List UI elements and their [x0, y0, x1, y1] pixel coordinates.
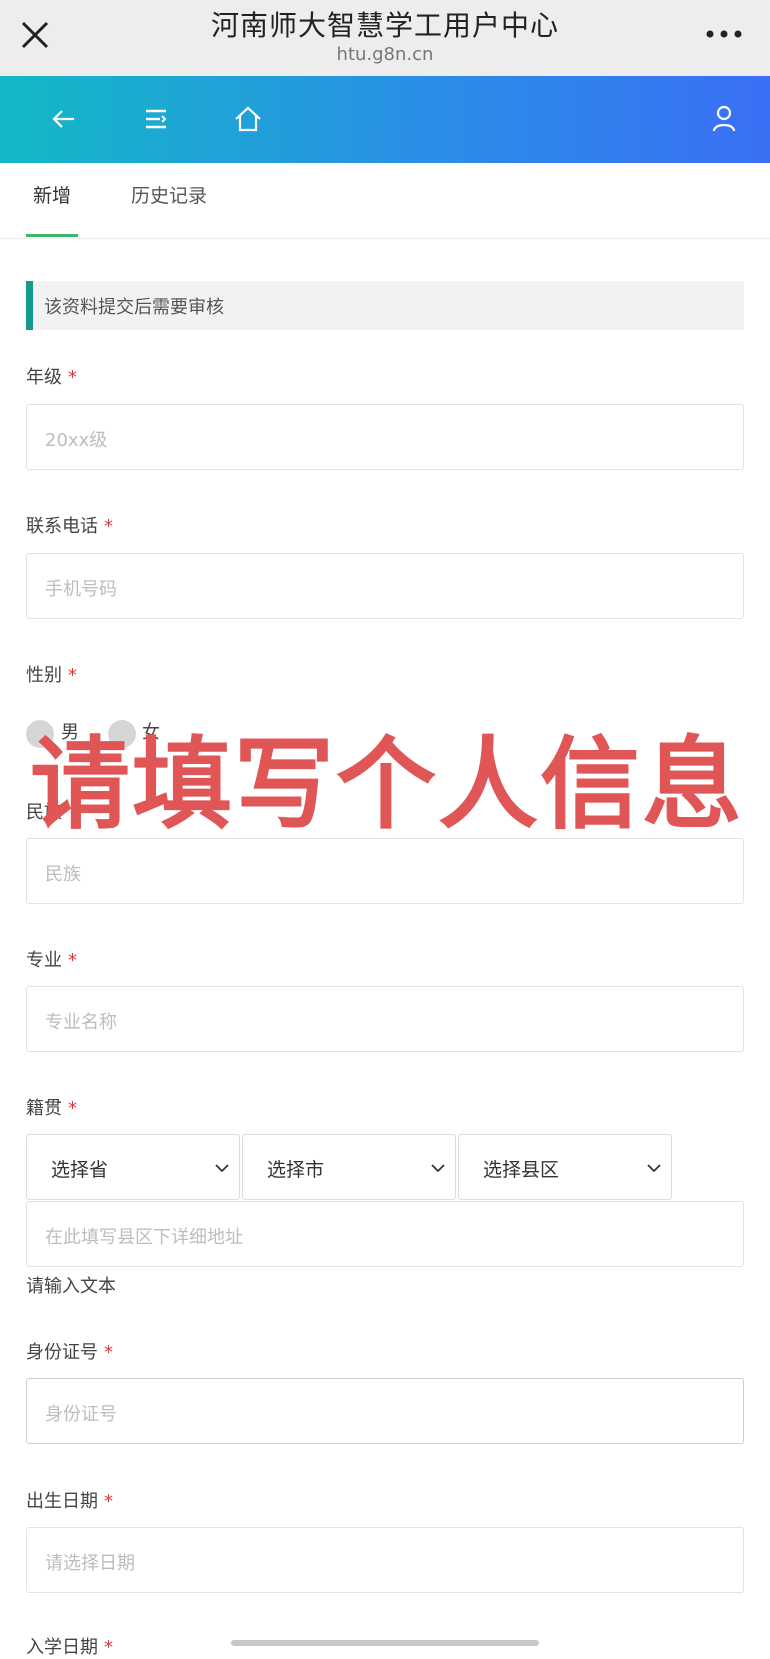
notice-text: 该资料提交后需要审核: [44, 297, 224, 318]
id-number-placeholder: 身份证号: [45, 1404, 117, 1425]
more-icon[interactable]: [704, 24, 744, 44]
address-input[interactable]: 在此填写县区下详细地址: [26, 1201, 744, 1267]
birth-date-label: 出生日期 *: [26, 1491, 113, 1512]
grade-label: 年级 *: [26, 367, 77, 388]
scrollbar[interactable]: [231, 1640, 539, 1646]
required-mark: *: [68, 367, 77, 388]
address-placeholder: 在此填写县区下详细地址: [45, 1227, 243, 1248]
chevron-down-icon: [647, 1164, 661, 1173]
county-select-value: 选择县区: [483, 1159, 560, 1181]
browser-title-bar: 河南师大智慧学工用户中心 htu.g8n.cn: [0, 0, 770, 76]
city-select-value: 选择市: [267, 1159, 325, 1181]
overlay-annotation: 请填写个人信息: [30, 726, 744, 843]
major-placeholder: 专业名称: [45, 1012, 117, 1033]
home-icon[interactable]: [230, 101, 266, 137]
province-select-value: 选择省: [51, 1159, 109, 1181]
tab-history[interactable]: 历史记录: [131, 181, 207, 208]
required-mark: *: [68, 665, 77, 686]
active-tab-indicator: [26, 234, 78, 237]
ethnicity-placeholder: 民族: [45, 864, 81, 885]
province-select[interactable]: 选择省: [26, 1134, 240, 1200]
required-mark: *: [104, 1491, 113, 1512]
city-select[interactable]: 选择市: [242, 1134, 456, 1200]
review-notice: 该资料提交后需要审核: [26, 281, 744, 330]
user-icon[interactable]: [706, 101, 742, 137]
address-hint: 请输入文本: [26, 1276, 116, 1297]
required-mark: *: [104, 1342, 113, 1363]
menu-icon[interactable]: [138, 101, 174, 137]
birth-date-placeholder: 请选择日期: [45, 1553, 135, 1574]
required-mark: *: [104, 1637, 113, 1658]
top-nav-bar: [0, 76, 770, 163]
required-mark: *: [104, 516, 113, 537]
grade-placeholder: 20xx级: [45, 430, 108, 451]
phone-label: 联系电话 *: [26, 516, 113, 537]
gender-label: 性别 *: [26, 665, 77, 686]
phone-input[interactable]: 手机号码: [26, 553, 744, 619]
chevron-down-icon: [431, 1164, 445, 1173]
origin-label: 籍贯 *: [26, 1098, 77, 1119]
page-url: htu.g8n.cn: [336, 44, 434, 65]
major-input[interactable]: 专业名称: [26, 986, 744, 1052]
tab-bar: 新增 历史记录: [0, 163, 770, 239]
required-mark: *: [68, 950, 77, 971]
birth-date-input[interactable]: 请选择日期: [26, 1527, 744, 1593]
ethnicity-input[interactable]: 民族: [26, 838, 744, 904]
grade-input[interactable]: 20xx级: [26, 404, 744, 470]
id-number-label: 身份证号 *: [26, 1342, 113, 1363]
page-title: 河南师大智慧学工用户中心: [210, 9, 559, 42]
id-number-input[interactable]: 身份证号: [26, 1378, 744, 1444]
chevron-down-icon: [215, 1164, 229, 1173]
tab-new[interactable]: 新增: [33, 181, 71, 208]
enroll-date-label: 入学日期 *: [26, 1637, 113, 1658]
required-mark: *: [68, 1098, 77, 1119]
arrow-left-icon[interactable]: [46, 101, 82, 137]
major-label: 专业 *: [26, 950, 77, 971]
phone-placeholder: 手机号码: [45, 579, 117, 600]
county-select[interactable]: 选择县区: [458, 1134, 672, 1200]
